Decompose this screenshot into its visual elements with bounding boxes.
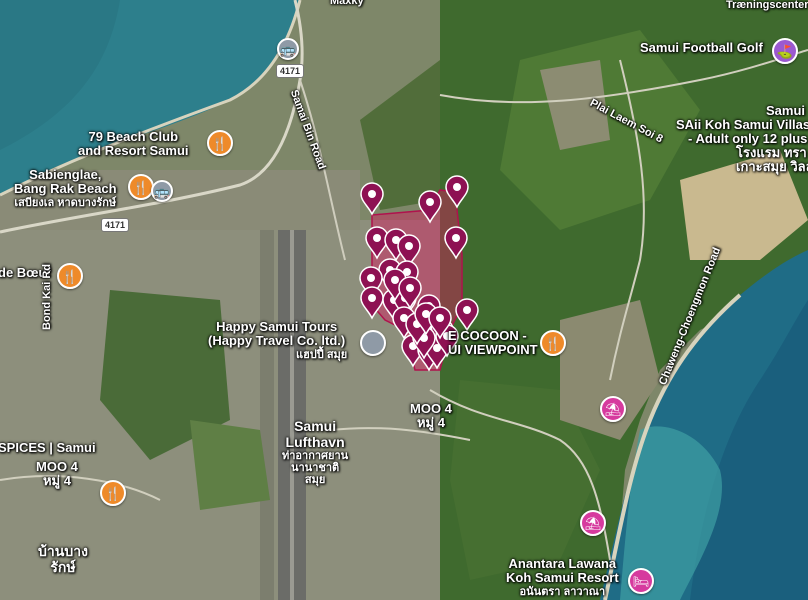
place-label-anantara-lawana: Anantara Lawana Koh Samui Resort อนันตรา… xyxy=(506,556,619,599)
restaurant-icon[interactable]: 🍴 xyxy=(540,330,566,356)
place-label-samui-football-golf: Samui Football Golf xyxy=(640,40,763,55)
road-label-bond-kai-rd: Bond Kai Rd xyxy=(41,264,53,330)
restaurant-icon[interactable]: 🍴 xyxy=(100,480,126,506)
road-shield-4171: 4171 xyxy=(276,64,305,78)
area-label-moo-4-west: MOO 4 หมู่ 4 xyxy=(36,459,78,488)
place-label-cocoon-viewpoint: E COCOON - UI VIEWPOINT xyxy=(448,328,538,357)
restaurant-icon[interactable]: 🍴 xyxy=(207,130,233,156)
location-marker-icon[interactable] xyxy=(360,330,386,356)
place-label-maxky: Maxky xyxy=(330,0,364,7)
place-label-79-beach-club: 79 Beach Club and Resort Samui xyxy=(78,129,189,158)
place-label-samui-villas: Samui SAii Koh Samui Villas - Adult only… xyxy=(676,103,808,174)
place-label-samui-airport: Samui Lufthavn ท่าอากาศยาน นานาชาติ สมุย xyxy=(282,418,349,486)
area-label-ban-bang-rak: บ้านบาง รักษ์ xyxy=(38,543,88,575)
transit-icon[interactable]: 🚌 xyxy=(151,180,173,202)
place-label-traeningscenter: Træningscenter xyxy=(726,0,808,11)
road-shield-4171: 4171 xyxy=(101,218,130,232)
satellite-map-layer xyxy=(0,0,808,600)
transit-icon[interactable]: 🚌 xyxy=(277,38,299,60)
restaurant-icon[interactable]: 🍴 xyxy=(57,263,83,289)
map-view[interactable]: 🍴 🍴 🍴 🍴 🍴 ⛱ ⛱ 🛏 ⛳ 🚌 🚌 4171 4171 Maxky Tr… xyxy=(0,0,808,600)
golf-icon[interactable]: ⛳ xyxy=(772,38,798,64)
place-label-happy-samui-tours: Happy Samui Tours (Happy Travel Co. ltd.… xyxy=(208,319,348,362)
restaurant-icon[interactable]: 🍴 xyxy=(128,174,154,200)
beach-umbrella-icon[interactable]: ⛱ xyxy=(600,396,626,422)
hotel-icon[interactable]: 🛏 xyxy=(628,568,654,594)
place-label-sabienglae: Sabienglae, Bang Rak Beach เสบียงเล หาดบ… xyxy=(14,167,117,210)
beach-umbrella-icon[interactable]: ⛱ xyxy=(580,510,606,536)
place-label-spices: SPICES | Samui xyxy=(0,440,96,455)
area-label-moo-4: MOO 4 หมู่ 4 xyxy=(410,401,452,430)
